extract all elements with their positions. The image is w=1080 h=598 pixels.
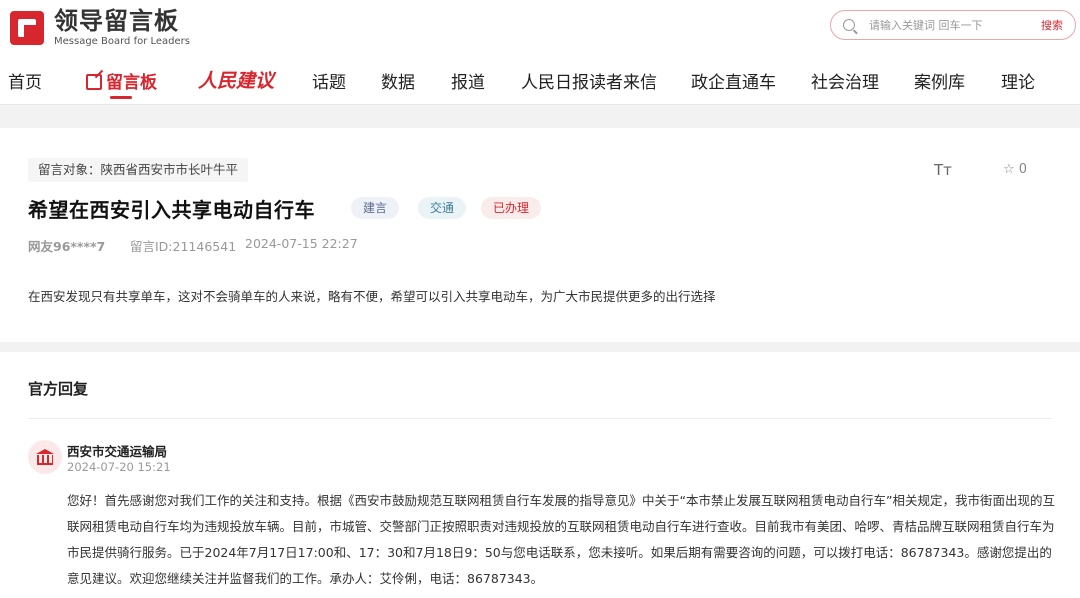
logo-title: 领导留言板 [54,7,179,35]
star-icon: ☆ [1003,162,1015,177]
font-size-icon[interactable]: Tт [934,161,952,179]
nav-item-data[interactable]: 数据 [381,68,415,93]
message-time: 2024-07-15 22:27 [245,236,358,251]
reply-org: 西安市交通运输局 [67,444,168,459]
nav-item-social-governance[interactable]: 社会治理 [811,68,879,93]
avatar [28,440,62,474]
message-id: 留言ID:21146541 [130,239,237,254]
edit-icon [86,74,102,90]
nav-active-indicator [110,96,132,99]
logo-subtitle: Message Board for Leaders [54,36,191,47]
nav-item-people-suggestions[interactable]: 人民建议 [198,66,274,93]
tag-transport[interactable]: 交通 [418,197,467,219]
status-badge: 已办理 [481,197,542,219]
nav-item-reports[interactable]: 报道 [451,68,485,93]
favorite-button[interactable]: ☆ 0 [1003,162,1027,177]
reply-heading: 官方回复 [28,380,89,398]
message-title: 希望在西安引入共享电动自行车 [28,198,315,222]
nav-item-topics[interactable]: 话题 [312,68,346,93]
search-icon [843,19,855,31]
nav-item-theory[interactable]: 理论 [1001,68,1035,93]
divider [28,418,1052,419]
reply-time: 2024-07-20 15:21 [67,460,171,474]
government-building-icon [36,449,54,465]
search-button[interactable]: 搜索 [1041,17,1063,33]
message-target: 留言对象：陕西省西安市市长叶牛平 [28,158,249,182]
reply-card: 官方回复 西安市交通运输局 2024-07-20 15:21 您好！首先感谢您对… [0,352,1080,598]
nav-item-case-library[interactable]: 案例库 [914,68,965,93]
site-header: 领导留言板 Message Board for Leaders 搜索 首页 留言… [0,0,1080,105]
logo-icon [10,11,44,45]
search-box: 搜索 [830,10,1076,40]
nav-item-home[interactable]: 首页 [8,68,42,93]
tag-suggestion[interactable]: 建言 [351,197,400,219]
message-content: 在西安发现只有共享单车，这对不会骑单车的人来说，略有不便，希望可以引入共享电动车… [28,289,716,304]
main-nav: 首页 留言板 人民建议 话题 数据 报道 人民日报读者来信 政企直通车 社会治理… [0,62,1080,102]
nav-item-gov-enterprise[interactable]: 政企直通车 [691,68,776,93]
message-user: 网友96****7 [28,239,106,254]
site-logo[interactable]: 领导留言板 Message Board for Leaders [10,8,190,48]
nav-item-readers-letters[interactable]: 人民日报读者来信 [521,68,657,93]
message-card: 留言对象：陕西省西安市市长叶牛平 Tт ☆ 0 希望在西安引入共享电动自行车 建… [0,128,1080,342]
reply-body: 您好！首先感谢您对我们工作的关注和支持。根据《西安市鼓励规范互联网租赁自行车发展… [67,493,1055,586]
favorite-count: 0 [1018,162,1028,177]
nav-item-message-board[interactable]: 留言板 [86,68,157,93]
nav-item-message-board-label: 留言板 [106,73,157,93]
search-input[interactable] [867,17,1021,33]
